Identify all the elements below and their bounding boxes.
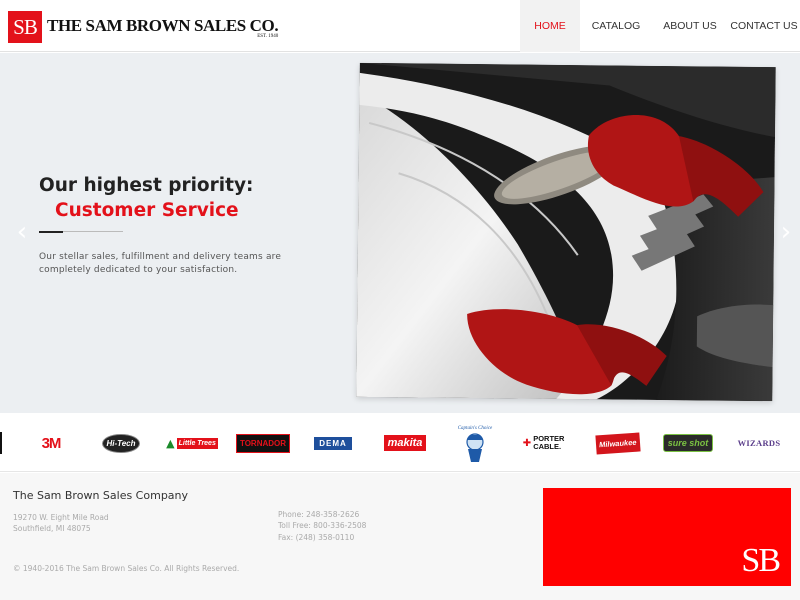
nav-home[interactable]: HOME <box>520 0 580 52</box>
footer-fax: Fax: (248) 358-0110 <box>278 533 355 542</box>
hero-slider: ‹ Our highest priority: Customer Service… <box>0 53 800 413</box>
brand-tornador-logo[interactable]: TORNADOR <box>234 430 292 456</box>
site-logo[interactable]: SB THE SAM BROWN SALES CO. EST. 1940 <box>8 10 279 44</box>
logo-name: THE SAM BROWN SALES CO. <box>47 16 279 35</box>
logo-mark: SB <box>8 11 42 43</box>
nav-catalog[interactable]: CATALOG <box>580 0 652 52</box>
main-nav: HOME CATALOG ABOUT US CONTACT US <box>520 0 800 52</box>
hero-divider <box>39 230 123 233</box>
nav-about-us[interactable]: ABOUT US <box>652 0 728 52</box>
captain-mascot-icon <box>466 432 484 462</box>
brand-porter-cable-text: PORTER CABLE. <box>533 434 565 451</box>
brand-sure-shot-text: sure shot <box>662 434 714 452</box>
logo-wordmark: THE SAM BROWN SALES CO. EST. 1940 <box>47 11 279 43</box>
porter-cable-mark-icon: ✚ <box>522 437 532 449</box>
nav-contact-us[interactable]: CONTACT US <box>728 0 800 52</box>
brand-3m-logo[interactable]: 3M <box>34 430 68 456</box>
brand-little-trees-logo[interactable]: ▲ Little Trees <box>166 430 218 456</box>
brand-milwaukee-logo[interactable]: Milwaukee <box>595 430 641 456</box>
brand-makita-text: makita <box>383 435 427 451</box>
tree-icon: ▲ <box>166 436 175 450</box>
hero-description: Our stellar sales, fulfillment and deliv… <box>39 252 282 275</box>
brand-dema-logo[interactable]: DEMA <box>312 430 354 456</box>
hero-headline: Our highest priority: <box>39 175 254 196</box>
slider-prev-arrow[interactable]: ‹ <box>14 218 30 246</box>
footer-copyright: © 1940-2016 The Sam Brown Sales Co. All … <box>13 564 240 573</box>
brand-strip-edge <box>0 432 2 454</box>
site-header: SB THE SAM BROWN SALES CO. EST. 1940 HOM… <box>0 0 800 52</box>
brand-little-trees-text: Little Trees <box>176 437 218 449</box>
hero-image <box>356 62 776 402</box>
brand-makita-logo[interactable]: makita <box>378 430 432 456</box>
slider-next-arrow[interactable]: › <box>778 218 794 246</box>
brand-porter-cable-logo[interactable]: ✚ PORTER CABLE. <box>520 430 572 456</box>
logo-established: EST. 1940 <box>257 34 279 39</box>
brand-wizards-text: WIZARDS <box>737 438 781 448</box>
brand-milwaukee-text: Milwaukee <box>595 432 641 454</box>
hero-subheadline: Customer Service <box>55 200 239 221</box>
brand-hitech-logo[interactable]: Hi-Tech <box>98 430 144 456</box>
footer-address-line1: 19270 W. Eight Mile Road <box>13 513 109 522</box>
footer-brand-block: SB <box>543 488 791 586</box>
brand-3m-text: 3M <box>41 434 62 452</box>
brand-dema-text: DEMA <box>314 436 352 450</box>
site-footer: The Sam Brown Sales Company 19270 W. Eig… <box>0 473 800 600</box>
footer-toll-free[interactable]: Toll Free: 800-336-2508 <box>278 521 366 530</box>
footer-brand-mark: SB <box>741 542 781 579</box>
brand-captains-choice-logo[interactable]: Captain's Choice <box>452 422 498 466</box>
footer-phone[interactable]: Phone: 248-358-2626 <box>278 510 359 519</box>
footer-company-name: The Sam Brown Sales Company <box>13 489 189 502</box>
brand-wizards-logo[interactable]: WIZARDS <box>736 430 782 456</box>
footer-address-line2: Southfield, MI 48075 <box>13 524 91 533</box>
brand-hitech-text: Hi-Tech <box>102 433 140 453</box>
brand-tornador-text: TORNADOR <box>235 433 291 453</box>
brand-logos-strip: 3M Hi-Tech ▲ Little Trees TORNADOR DEMA … <box>0 414 800 472</box>
brand-sure-shot-logo[interactable]: sure shot <box>660 430 716 456</box>
